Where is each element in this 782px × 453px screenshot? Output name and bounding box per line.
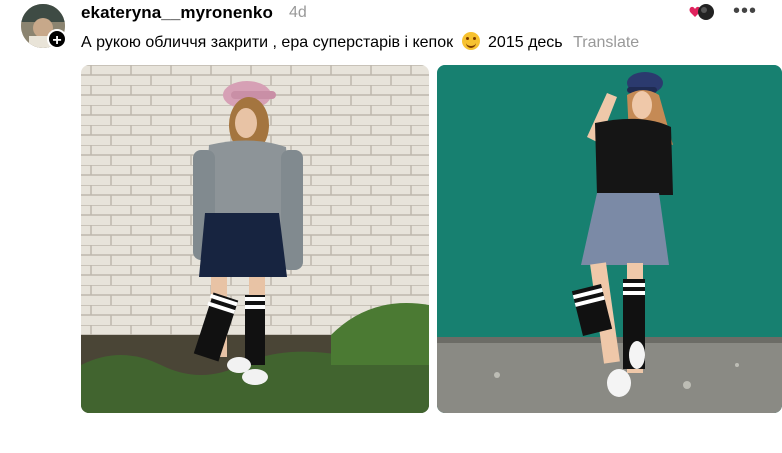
photo-1-image <box>81 65 429 413</box>
caption-year: 2015 десь <box>488 34 563 51</box>
avatar-container[interactable]: + <box>21 4 67 49</box>
username[interactable]: ekateryna__myronenko <box>81 3 273 23</box>
smiling-sweat-emoji-icon <box>461 32 480 50</box>
heart-avatar-icon[interactable] <box>687 3 715 23</box>
more-options-button[interactable]: ••• <box>733 0 757 23</box>
post-photo-2[interactable] <box>437 65 782 413</box>
photo-2-image <box>437 65 782 413</box>
follow-plus-icon[interactable]: + <box>47 29 67 49</box>
caption-text: А рукою обличчя закрити , ера суперстарі… <box>81 34 454 51</box>
post-photo-1[interactable] <box>81 65 429 413</box>
post-caption: А рукою обличчя закрити , ера суперстарі… <box>81 32 639 52</box>
post-time[interactable]: 4d <box>289 4 307 22</box>
translate-link[interactable]: Translate <box>573 34 639 51</box>
